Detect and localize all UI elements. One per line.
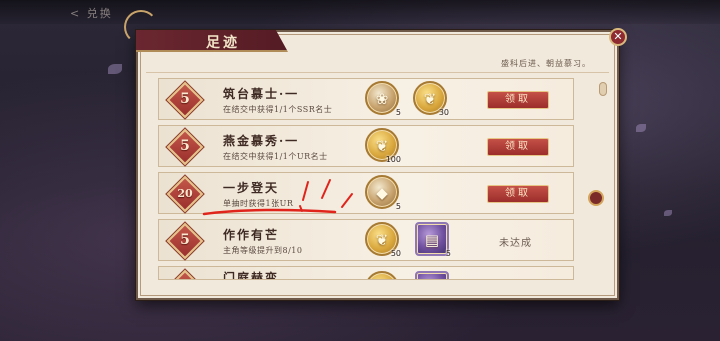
badge-points: 5 xyxy=(180,232,190,248)
reward-item[interactable]: ◆ 5 xyxy=(365,175,401,211)
background-topbar: < 兑换 xyxy=(0,0,720,24)
status-not-achieved: 未达成 xyxy=(499,238,532,249)
diamond-badge-icon xyxy=(166,269,204,279)
item-count: 30 xyxy=(438,108,449,117)
reward-item[interactable]: ▤ 5 xyxy=(415,222,451,258)
reward-item[interactable]: ❦ 50 xyxy=(365,222,401,258)
feather-icon: ❦ xyxy=(375,231,389,249)
badge-points: 5 xyxy=(180,138,190,154)
reward-item[interactable] xyxy=(365,271,399,279)
petal-decoration xyxy=(636,124,646,132)
task-description: 在结交中获得1/1个SSR名士 xyxy=(223,105,333,114)
task-row: 门庭赫变 xyxy=(158,266,574,280)
task-row: 20 一步登天 单抽时获得1张UR ◆ 5 领取 xyxy=(158,172,574,214)
reward-badge xyxy=(166,269,204,279)
task-title: 一步登天 xyxy=(223,181,280,195)
item-count: 100 xyxy=(385,155,401,164)
reward-badge: 5 xyxy=(166,128,204,166)
item-count: 5 xyxy=(395,108,401,117)
feather-icon: ❦ xyxy=(423,90,437,108)
scroll-indicator[interactable] xyxy=(599,82,607,96)
task-title: 门庭赫变 xyxy=(223,271,280,280)
badge-points: 5 xyxy=(180,91,190,107)
task-description: 主角等级提升到8/10 xyxy=(223,246,303,255)
corner-ornament xyxy=(124,10,158,44)
task-row: 5 燕金慕秀·一 在结交中获得1/1个UR名士 ❦ 100 领取 xyxy=(158,125,574,167)
petal-decoration xyxy=(664,210,672,216)
fan-icon: ❀ xyxy=(375,90,389,108)
task-row: 5 筑台慕士·一 在结交中获得1/1个SSR名士 ❀ 5 ❦ 30 领取 xyxy=(158,78,574,120)
reward-item[interactable]: ❦ 30 xyxy=(413,81,449,117)
task-row: 5 作作有芒 主角等级提升到8/10 ❦ 50 ▤ 5 未达成 xyxy=(158,219,574,261)
close-button[interactable]: ✕ xyxy=(609,28,627,46)
claim-button[interactable]: 领取 xyxy=(487,138,549,156)
task-description: 单抽时获得1张UR xyxy=(223,199,294,208)
panel-subtitle: 盛科后进、朝益慕习。 xyxy=(501,59,591,68)
reward-badge: 5 xyxy=(166,222,204,260)
claim-button[interactable]: 领取 xyxy=(487,185,549,203)
redpoint-icon[interactable] xyxy=(588,190,604,206)
claim-button[interactable]: 领取 xyxy=(487,91,549,109)
footprint-panel: 足迹 ✕ 盛科后进、朝益慕习。 5 筑台慕士·一 在结交中获得1/1个SSR名士… xyxy=(124,10,627,300)
title-tab: 足迹 xyxy=(136,30,288,52)
feather-icon: ❦ xyxy=(375,137,389,155)
petal-decoration xyxy=(108,64,122,74)
reward-badge: 20 xyxy=(166,175,204,213)
item-count: 5 xyxy=(395,202,401,211)
divider xyxy=(146,72,609,73)
task-title: 作作有芒 xyxy=(223,228,280,242)
task-title: 筑台慕士·一 xyxy=(223,87,300,101)
task-description: 在结交中获得1/1个UR名士 xyxy=(223,152,328,161)
background-topbar-text: < 兑换 xyxy=(70,7,113,20)
item-count: 50 xyxy=(390,249,401,258)
panel-title: 足迹 xyxy=(206,35,240,51)
task-title: 燕金慕秀·一 xyxy=(223,134,300,148)
reward-item[interactable]: ❦ 100 xyxy=(365,128,401,164)
crystal-icon: ◆ xyxy=(376,184,388,202)
item-count: 5 xyxy=(445,249,451,258)
reward-item[interactable]: ❀ 5 xyxy=(365,81,401,117)
reward-item[interactable] xyxy=(415,271,449,279)
book-icon: ▤ xyxy=(424,231,440,249)
badge-points: 20 xyxy=(177,187,193,200)
reward-badge: 5 xyxy=(166,81,204,119)
